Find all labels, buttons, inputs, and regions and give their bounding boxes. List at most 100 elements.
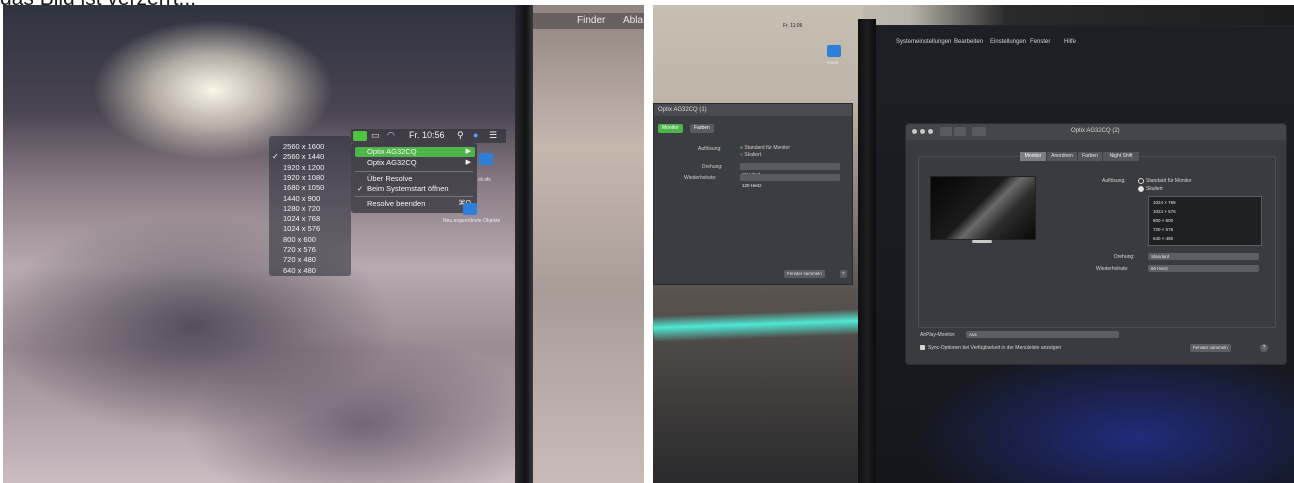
notification-icon[interactable]: ☰ <box>489 130 497 141</box>
chevron-right-icon: ▶ <box>465 159 471 166</box>
desktop-file-label: ck.sfx <box>478 177 491 183</box>
zoom-icon[interactable] <box>928 129 933 134</box>
refresh-select[interactable]: 120 Hertz <box>740 174 840 188</box>
resolution-submenu: 2560 x 1600 ✓ 2560 x 1440 1920 x 1200 1920 x… <box>269 136 351 276</box>
menu-separator <box>355 171 473 172</box>
right-photo: Optix AG32CQ (1) Monitor Farben Auflösun… <box>653 5 1294 483</box>
desktop-folder-icon[interactable] <box>479 153 493 165</box>
desktop-folder-label: Neu angeordnete Objekte <box>443 218 501 224</box>
wifi-icon[interactable]: ◠ <box>387 130 395 141</box>
resolution-option[interactable]: 1680 x 1050 <box>283 183 324 192</box>
close-icon[interactable] <box>912 129 917 134</box>
menubar-item[interactable]: Systemeinstellungen <box>896 39 951 45</box>
back-icon[interactable] <box>940 127 952 136</box>
resolve-app-menu: Optix AG32CQ ▶ Optix AG32CQ ▶ Über Resol… <box>351 143 477 213</box>
help-button[interactable]: ? <box>1260 344 1268 352</box>
grid-icon[interactable] <box>972 127 986 136</box>
resolution-option[interactable]: 1280 x 720 <box>283 204 320 213</box>
refresh-label: Wiederholrate: <box>1096 266 1129 272</box>
tab-colors[interactable]: Farben <box>690 124 714 133</box>
chevron-right-icon: ▶ <box>465 148 471 155</box>
rotation-select[interactable]: Standard <box>740 163 840 177</box>
search-icon[interactable]: ⚲ <box>457 130 464 141</box>
menu-item-launch-at-login[interactable]: ✓ Beim Systemstart öffnen <box>355 184 475 194</box>
refresh-select[interactable]: 60 Hertz <box>1148 265 1259 272</box>
gather-windows-button[interactable]: Fenster sammeln <box>1190 344 1231 352</box>
minimize-icon[interactable] <box>920 129 925 134</box>
rotation-label: Drehung: <box>702 164 723 170</box>
window-title: Optix AG32CQ (2) <box>1071 128 1120 134</box>
rotation-select[interactable]: Standard <box>1148 253 1259 260</box>
resolution-list-item[interactable]: 800 × 600 <box>1153 218 1173 223</box>
resolution-option[interactable]: 640 x 480 <box>283 266 316 275</box>
tab-anordnen[interactable]: Anordnen <box>1047 152 1077 161</box>
resolution-option[interactable]: 1024 x 576 <box>283 224 320 233</box>
resolution-list-item[interactable]: 720 × 576 <box>1153 227 1173 232</box>
resolution-option[interactable]: 800 x 600 <box>283 235 316 244</box>
menu-item-about[interactable]: Über Resolve <box>355 174 475 184</box>
menu-item-quit[interactable]: Resolve beenden ⌘Q <box>355 199 475 209</box>
rotation-label: Drehung: <box>1114 254 1135 260</box>
sync-label: Sync-Optionen bei Verfügbarkeit in der M… <box>928 345 1062 351</box>
resolution-option[interactable]: 1920 x 1200 <box>283 163 324 172</box>
desktop-folder-icon[interactable] <box>827 45 841 57</box>
resolution-option[interactable]: 720 x 480 <box>283 255 316 264</box>
desktop-folder-icon[interactable] <box>463 203 477 215</box>
second-monitor-screen <box>533 5 644 483</box>
resolution-list-item[interactable]: 1024 × 576 <box>1153 209 1176 214</box>
resolution-option[interactable]: 1920 x 1080 <box>283 173 324 182</box>
forward-icon[interactable] <box>954 127 966 136</box>
next-menu[interactable]: Abla <box>623 15 643 26</box>
monitor-preview-image <box>930 176 1036 240</box>
menubar-item[interactable]: Fenster <box>1030 39 1050 45</box>
checkmark-icon: ✓ <box>357 184 364 193</box>
menubar-item[interactable]: Einstellungen <box>990 39 1026 45</box>
resolution-option[interactable]: 2560 x 1600 <box>283 142 324 151</box>
checkmark-icon: ✓ <box>272 152 279 162</box>
resolution-list-item[interactable]: 1024 × 768 <box>1153 200 1176 205</box>
menubar-time[interactable]: Fr. 11:06 <box>783 23 802 29</box>
menubar-item[interactable]: Hilfe <box>1064 39 1076 45</box>
finder-menu[interactable]: Finder <box>577 15 605 26</box>
menu-separator <box>355 196 473 197</box>
radio-default[interactable] <box>1138 178 1144 184</box>
monitor-stand <box>972 240 992 243</box>
radio-scaled[interactable] <box>1138 186 1144 192</box>
window-titlebar: Optix AG32CQ (2) <box>906 124 1286 140</box>
desktop-folder-label: Mudo <box>827 60 839 65</box>
resolution-option[interactable]: 2560 x 1440 <box>283 152 324 161</box>
monitor-bezel <box>858 19 876 483</box>
airplay-select[interactable]: Aus <box>966 331 1119 338</box>
main-menubar: Systemeinstellungen Bearbeiten Einstellung… <box>876 37 1294 49</box>
radio-default[interactable]: ● Standard für Monitor <box>740 145 790 151</box>
siri-icon[interactable]: ● <box>473 130 478 140</box>
left-monitor-screen <box>3 5 515 483</box>
radio-scaled[interactable]: ○ Skaliert <box>740 152 761 158</box>
window-title: Optix AG32CQ (1) <box>654 104 852 116</box>
monitor-bezel <box>515 5 533 483</box>
menubar-item[interactable]: Bearbeiten <box>954 39 983 45</box>
resolution-option[interactable]: 1440 x 900 <box>283 194 320 203</box>
left-display-prefs-window: Optix AG32CQ (1) Monitor Farben Auflösun… <box>653 103 853 285</box>
airplay-label: AirPlay-Monitor: <box>920 332 956 338</box>
help-button[interactable]: ? <box>840 270 847 278</box>
resolution-list[interactable]: 1024 × 768 1024 × 576 800 × 600 720 × 576 64… <box>1148 196 1262 246</box>
sync-checkbox[interactable] <box>920 345 925 350</box>
left-photo: Finder Abla ▭ ◠ Fr. 10:56 ⚲ ● ☰ 2560 x 1… <box>3 5 644 483</box>
menu-item-monitor-1[interactable]: Optix AG32CQ ▶ <box>355 147 475 157</box>
resolution-list-item[interactable]: 640 × 480 <box>1153 236 1173 241</box>
menubar-time[interactable]: Fr. 10:56 <box>409 130 445 140</box>
tab-monitor[interactable]: Monitor <box>658 124 683 133</box>
refresh-label: Wiederholrate: <box>684 175 717 181</box>
resolution-option[interactable]: 1024 x 768 <box>283 214 320 223</box>
resolution-label: Auflösung: <box>1102 178 1126 184</box>
tab-monitor[interactable]: Monitor <box>1020 152 1046 161</box>
resolution-option[interactable]: 720 x 576 <box>283 245 316 254</box>
gather-windows-button[interactable]: Fenster sammeln <box>784 270 825 278</box>
display-icon[interactable]: ▭ <box>371 130 380 141</box>
tab-night-shift[interactable]: Night Shift <box>1103 152 1139 161</box>
resolve-status-icon[interactable] <box>353 131 367 141</box>
radio-default-label: Standard für Monitor <box>1146 178 1192 184</box>
tab-farben[interactable]: Farben <box>1078 152 1102 161</box>
menu-item-monitor-2[interactable]: Optix AG32CQ ▶ <box>355 158 475 168</box>
